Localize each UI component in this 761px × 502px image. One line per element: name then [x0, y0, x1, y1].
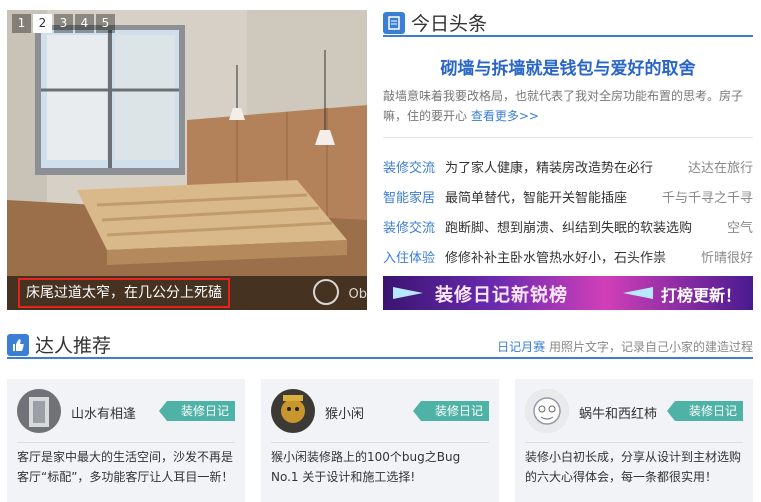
diary-badge[interactable]: 装修日记	[666, 401, 743, 421]
bedroom-photo	[7, 10, 367, 310]
expert-card[interactable]: 山水有相逢 装修日记 客厅是家中最大的生活空间，沙发不再是客厅“标配”，多功能客…	[7, 379, 245, 502]
photo-carousel[interactable]: 1 2 3 4 5 床尾过道太窄，在几公分上死磕 Ob	[7, 10, 367, 310]
news-title[interactable]: 跑断脚、想到崩溃、纠结到失眠的软装选购	[445, 217, 719, 236]
diary-badge[interactable]: 装修日记	[412, 401, 489, 421]
avatar[interactable]	[17, 389, 61, 433]
news-author[interactable]: 千与千寻之千寻	[662, 187, 753, 206]
arrow-left-icon	[623, 287, 653, 299]
expert-card[interactable]: 蜗牛和西红柿 装修日记 装修小白初长成，分享从设计到主材选购的六大心得体会，每一…	[515, 379, 753, 502]
news-item[interactable]: 入住体验 修修补补主卧水管热水好小，石头作祟 忻晴很好	[383, 241, 753, 271]
divider	[271, 442, 489, 443]
avatar[interactable]	[271, 389, 315, 433]
news-item[interactable]: 装修交流 跑断脚、想到崩溃、纠结到失眠的软装选购 空气	[383, 211, 753, 241]
diary-badge[interactable]: 装修日记	[158, 401, 235, 421]
news-item[interactable]: 智能家居 最简单替代，智能开关智能插座 千与千寻之千寻	[383, 181, 753, 211]
ranking-banner[interactable]: 装修日记新锐榜 打榜更新！	[383, 276, 753, 310]
news-title[interactable]: 修修补补主卧水管热水好小，石头作祟	[445, 247, 693, 266]
carousel-caption[interactable]: 床尾过道太窄，在几公分上死磕	[18, 278, 230, 308]
newspaper-icon	[383, 11, 405, 34]
divider	[383, 137, 753, 138]
card-description[interactable]: 装修小白初长成，分享从设计到主材选购的六大心得体会，每一条都很实用！	[525, 447, 743, 487]
news-author[interactable]: 空气	[727, 217, 753, 236]
banner-main-text: 装修日记新锐榜	[435, 285, 568, 306]
watermark-text: Ob	[348, 287, 367, 302]
arrow-right-icon	[393, 287, 423, 299]
user-name[interactable]: 山水有相逢	[71, 403, 136, 422]
pager-dot-2[interactable]: 2	[33, 14, 52, 33]
today-title: 今日头条	[411, 13, 488, 35]
divider	[17, 442, 235, 443]
experts-subtitle: 日记月赛 用照片文字，记录自己小家的建造过程	[497, 338, 753, 355]
thumbs-up-icon	[7, 333, 29, 356]
pager-dot-1[interactable]: 1	[12, 14, 31, 33]
summary-text: 敲墙意味着我要改格局，也就代表了我对全房功能布置的思考。房子嘛，住的要开心	[383, 89, 744, 123]
today-header: 今日头条	[383, 10, 753, 37]
news-author[interactable]: 达达在旅行	[688, 157, 753, 176]
news-list: 装修交流 为了家人健康，精装房改造势在必行 达达在旅行 智能家居 最简单替代，智…	[383, 151, 753, 271]
expert-card[interactable]: 猴小闲 装修日记 猴小闲装修路上的100个bug之Bug No.1 关于设计和施…	[261, 379, 499, 502]
read-more-link[interactable]: 查看更多>>	[471, 109, 539, 123]
banner-cta: 打榜更新！	[660, 286, 741, 305]
headline-summary: 敲墙意味着我要改格局，也就代表了我对全房功能布置的思考。房子嘛，住的要开心 查看…	[383, 86, 753, 126]
pager-dot-5[interactable]: 5	[96, 14, 115, 33]
expert-cards: 山水有相逢 装修日记 客厅是家中最大的生活空间，沙发不再是客厅“标配”，多功能客…	[7, 379, 753, 502]
experts-title: 达人推荐	[35, 335, 112, 357]
user-name[interactable]: 猴小闲	[325, 403, 364, 422]
news-author[interactable]: 忻晴很好	[701, 247, 753, 266]
divider	[525, 442, 743, 443]
card-description[interactable]: 猴小闲装修路上的100个bug之Bug No.1 关于设计和施工选择!	[271, 447, 489, 487]
carousel-pager: 1 2 3 4 5	[12, 14, 115, 33]
news-item[interactable]: 装修交流 为了家人健康，精装房改造势在必行 达达在旅行	[383, 151, 753, 181]
news-title[interactable]: 最简单替代，智能开关智能插座	[445, 187, 654, 206]
news-category[interactable]: 装修交流	[383, 217, 445, 236]
watermark-logo-icon	[313, 279, 339, 305]
news-category[interactable]: 入住体验	[383, 247, 445, 266]
pager-dot-4[interactable]: 4	[75, 14, 94, 33]
user-name[interactable]: 蜗牛和西红柿	[579, 403, 657, 422]
card-description[interactable]: 客厅是家中最大的生活空间，沙发不再是客厅“标配”，多功能客厅让人耳目一新！	[17, 447, 235, 487]
avatar[interactable]	[525, 389, 569, 433]
main-headline-link[interactable]: 砌墙与拆墙就是钱包与爱好的取舍	[383, 54, 753, 79]
news-title[interactable]: 为了家人健康，精装房改造势在必行	[445, 157, 680, 176]
news-category[interactable]: 智能家居	[383, 187, 445, 206]
pager-dot-3[interactable]: 3	[54, 14, 73, 33]
experts-subtitle-text: 用照片文字，记录自己小家的建造过程	[548, 340, 753, 354]
diary-contest-link[interactable]: 日记月赛	[497, 340, 545, 354]
news-category[interactable]: 装修交流	[383, 157, 445, 176]
